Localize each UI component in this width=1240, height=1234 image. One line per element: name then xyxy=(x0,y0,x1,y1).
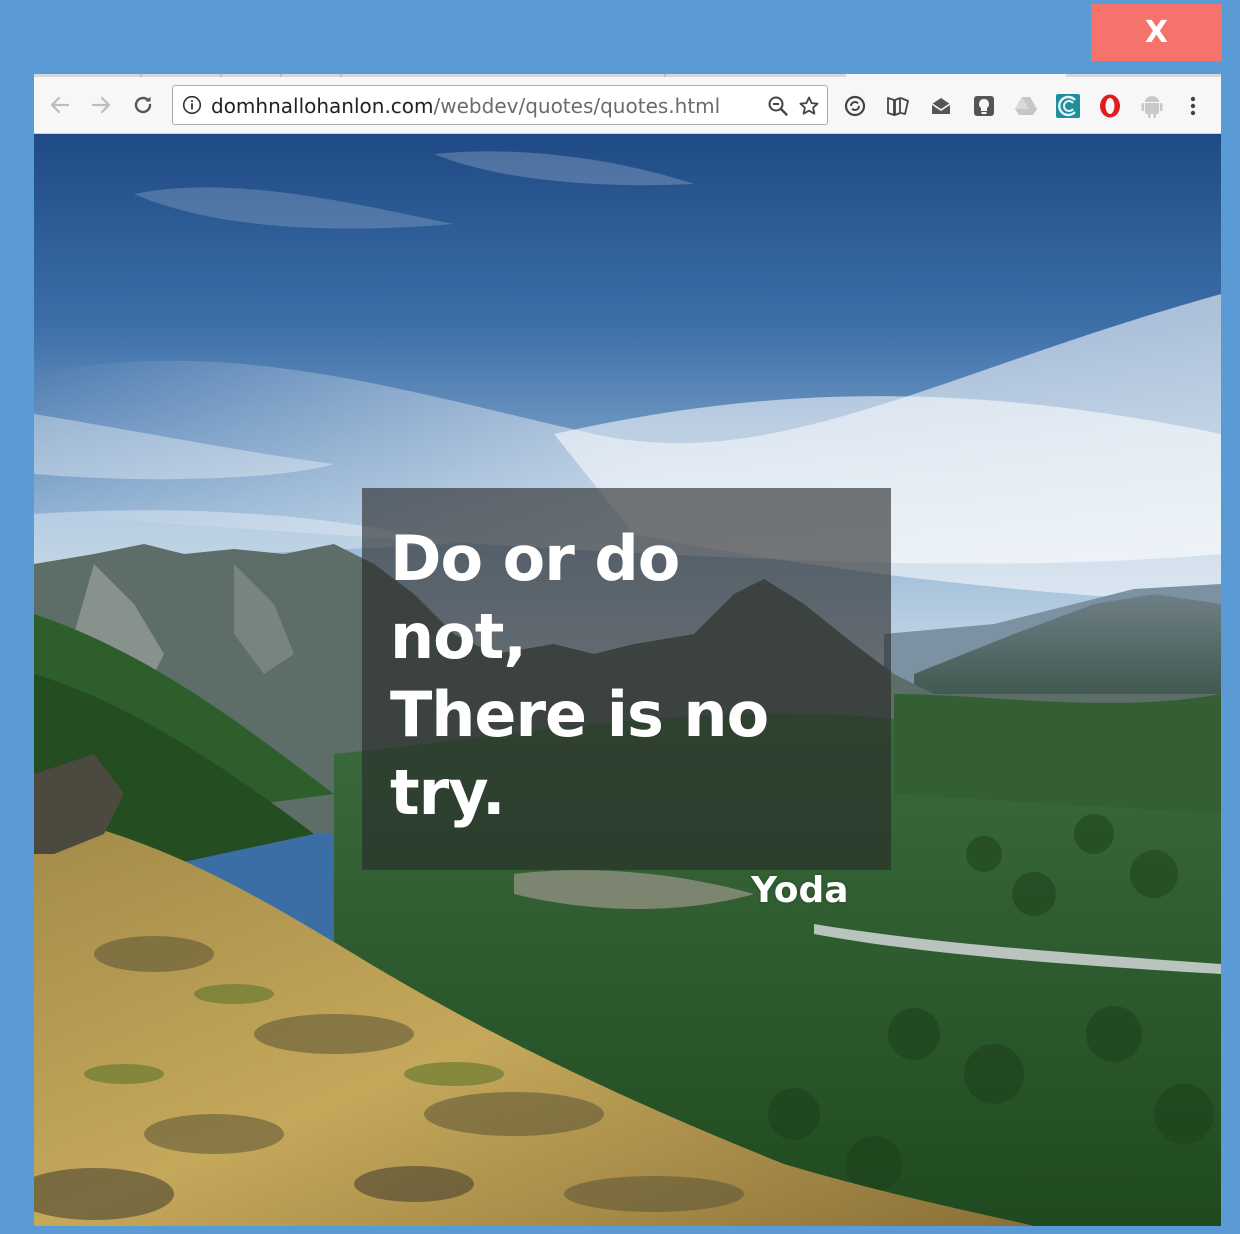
wave-extension-button[interactable] xyxy=(1055,93,1081,119)
drive-extension-icon xyxy=(1015,97,1037,115)
quote-text: Do or do not, There is no try. xyxy=(390,520,850,832)
lightbulb-extension-button[interactable] xyxy=(971,93,997,119)
book-extension-icon xyxy=(887,97,909,116)
page-content: Do or do not, There is no try. Yoda xyxy=(34,134,1221,1226)
url-domain: domhnallohanlon.com xyxy=(211,94,434,118)
quote-line: There is no xyxy=(390,678,769,751)
url-path: /webdev/quotes/quotes.html xyxy=(433,94,721,118)
browser-window: domhnallohanlon.com/webdev/quotes/quotes… xyxy=(34,74,1221,1226)
reload-button[interactable] xyxy=(129,91,157,119)
mail-extension-button[interactable] xyxy=(928,93,954,119)
zoom-button[interactable] xyxy=(767,95,789,117)
book-extension-button[interactable] xyxy=(885,93,911,119)
wave-extension-icon xyxy=(1056,94,1080,118)
sync-extension-icon xyxy=(844,95,866,117)
android-extension-button[interactable] xyxy=(1139,93,1165,119)
quote-author: Yoda xyxy=(751,870,849,911)
quote-line: not, xyxy=(390,600,527,673)
forward-button[interactable] xyxy=(87,91,115,119)
lightbulb-extension-icon xyxy=(974,96,994,116)
quote-line: Do or do xyxy=(390,522,680,595)
menu-button[interactable] xyxy=(1180,93,1206,119)
browser-toolbar: domhnallohanlon.com/webdev/quotes/quotes… xyxy=(34,77,1221,134)
close-button[interactable]: X xyxy=(1091,4,1222,61)
star-icon xyxy=(799,96,819,115)
app-frame: X domhnallohanlon.com/webdev/quotes/quot… xyxy=(0,0,1240,1234)
more-vertical-icon xyxy=(1190,96,1196,116)
url-text[interactable]: domhnallohanlon.com/webdev/quotes/quotes… xyxy=(211,94,720,118)
address-bar[interactable]: domhnallohanlon.com/webdev/quotes/quotes… xyxy=(172,85,828,125)
quote-panel: Do or do not, There is no try. xyxy=(362,488,891,870)
zoom-out-icon xyxy=(768,96,788,116)
mail-extension-icon xyxy=(931,98,951,114)
arrow-right-icon xyxy=(91,96,111,114)
opera-extension-button[interactable] xyxy=(1097,93,1123,119)
info-icon[interactable] xyxy=(182,95,202,115)
bookmark-button[interactable] xyxy=(798,95,820,117)
drive-extension-button[interactable] xyxy=(1013,93,1039,119)
arrow-left-icon xyxy=(50,96,70,114)
quote-line: try. xyxy=(390,756,506,829)
android-extension-icon xyxy=(1141,96,1163,118)
opera-extension-icon xyxy=(1100,94,1120,118)
back-button[interactable] xyxy=(46,91,74,119)
sync-extension-button[interactable] xyxy=(842,93,868,119)
reload-icon xyxy=(134,96,152,114)
